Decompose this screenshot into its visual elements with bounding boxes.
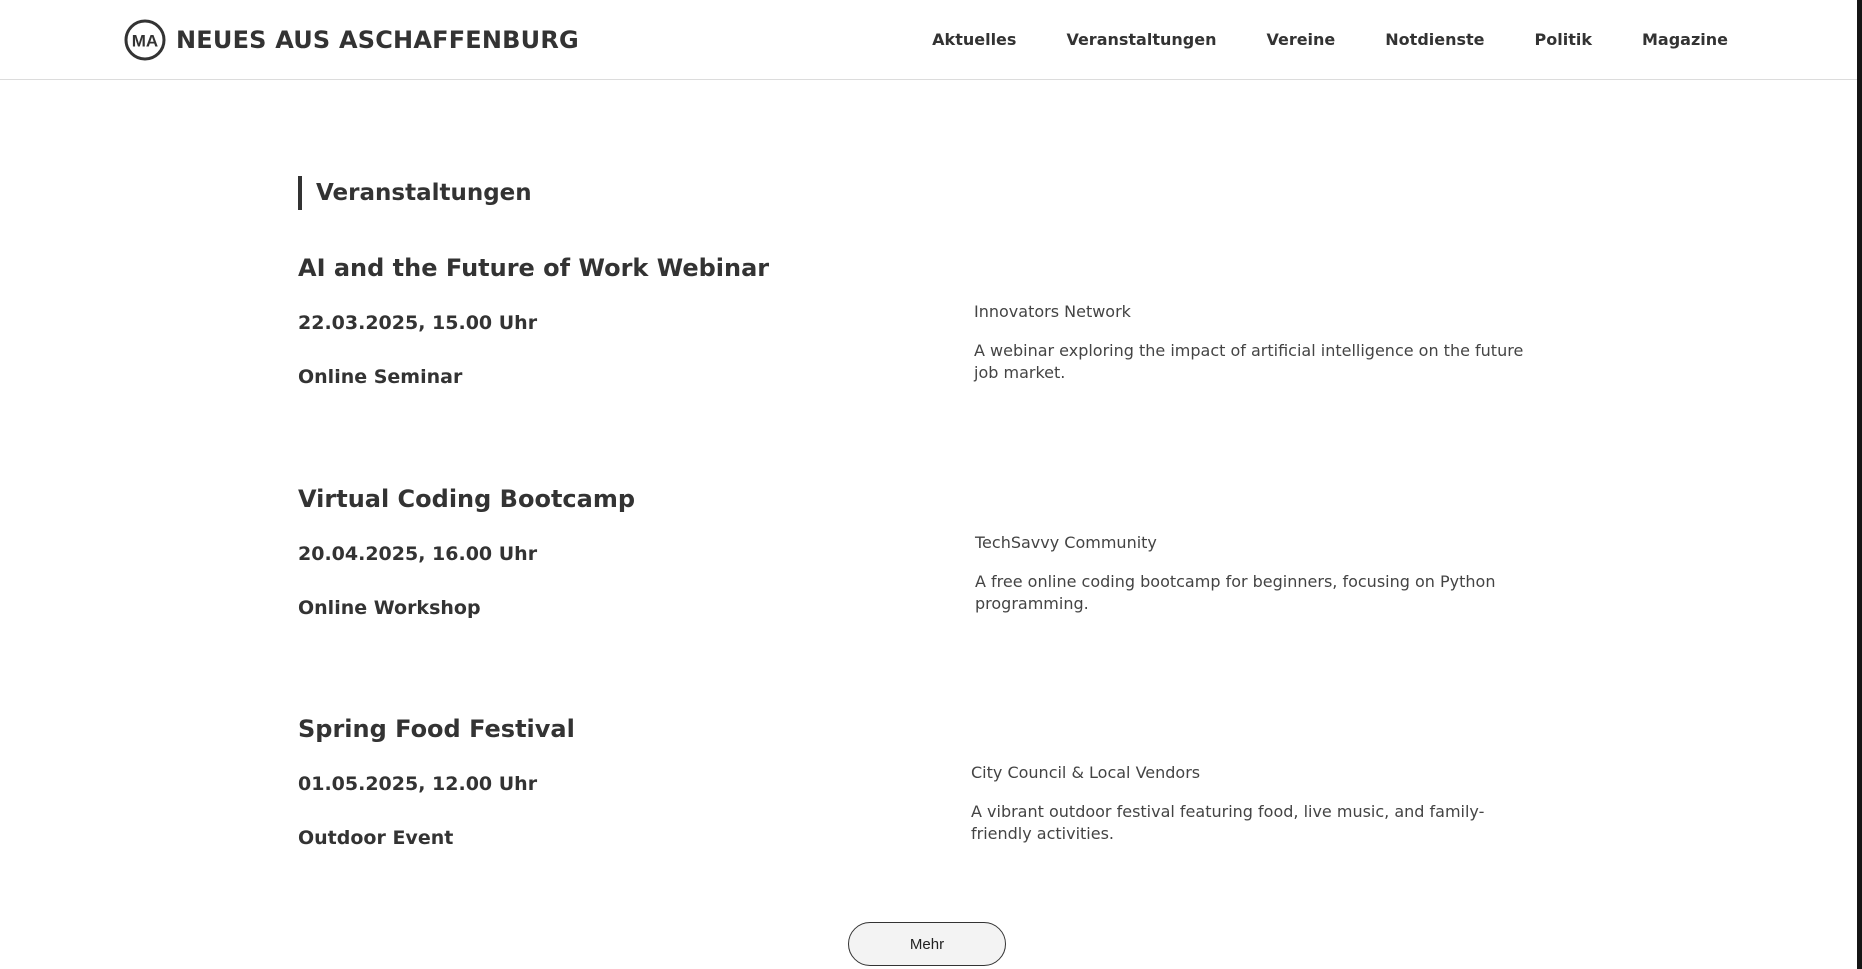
event-type: Outdoor Event: [298, 827, 454, 849]
window-edge: [1857, 0, 1862, 969]
events-section: Veranstaltungen AI and the Future of Wor…: [298, 176, 1528, 849]
event-organizer: Innovators Network: [974, 302, 1131, 321]
nav-item-vereine[interactable]: Vereine: [1266, 30, 1335, 49]
event-organizer: City Council & Local Vendors: [971, 763, 1201, 782]
event-type: Online Seminar: [298, 366, 463, 388]
event-organizer: TechSavvy Community: [975, 533, 1157, 552]
event-title[interactable]: AI and the Future of Work Webinar: [298, 254, 769, 282]
nav-item-politik[interactable]: Politik: [1535, 30, 1592, 49]
event-item: AI and the Future of Work Webinar 22.03.…: [298, 254, 1528, 444]
event-type: Online Workshop: [298, 597, 481, 619]
brand-home-link[interactable]: MA NEUES AUS ASCHAFFENBURG: [124, 19, 579, 61]
nav-item-aktuelles[interactable]: Aktuelles: [932, 30, 1016, 49]
nav-item-notdienste[interactable]: Notdienste: [1385, 30, 1484, 49]
nav-item-magazine[interactable]: Magazine: [1642, 30, 1728, 49]
event-item: Virtual Coding Bootcamp 20.04.2025, 16.0…: [298, 485, 1528, 675]
event-description: A webinar exploring the impact of artifi…: [974, 341, 1524, 382]
section-heading: Veranstaltungen: [298, 176, 1528, 210]
main-nav: Aktuelles Veranstaltungen Vereine Notdie…: [932, 0, 1728, 79]
event-title[interactable]: Spring Food Festival: [298, 715, 575, 743]
site-header: MA NEUES AUS ASCHAFFENBURG Aktuelles Ver…: [0, 0, 1857, 80]
event-title[interactable]: Virtual Coding Bootcamp: [298, 485, 635, 513]
more-button[interactable]: Mehr: [848, 922, 1006, 966]
event-date: 22.03.2025, 15.00 Uhr: [298, 312, 538, 334]
event-date: 01.05.2025, 12.00 Uhr: [298, 773, 538, 795]
event-item: Spring Food Festival 01.05.2025, 12.00 U…: [298, 715, 1528, 905]
event-description: A free online coding bootcamp for beginn…: [975, 572, 1496, 613]
page: MA NEUES AUS ASCHAFFENBURG Aktuelles Ver…: [0, 0, 1857, 969]
logo-monogram: MA: [132, 32, 158, 51]
nav-item-veranstaltungen[interactable]: Veranstaltungen: [1066, 30, 1216, 49]
event-description: A vibrant outdoor festival featuring foo…: [971, 802, 1485, 843]
site-title: NEUES AUS ASCHAFFENBURG: [176, 26, 579, 54]
event-date: 20.04.2025, 16.00 Uhr: [298, 543, 538, 565]
ma-circle-logo-icon: MA: [124, 19, 166, 61]
